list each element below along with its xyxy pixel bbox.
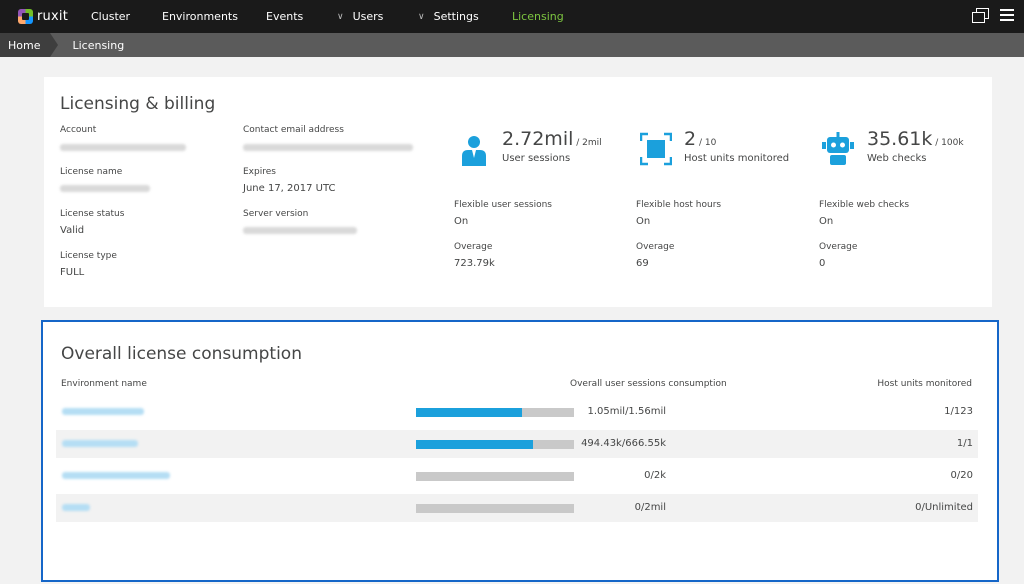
flexible-host-hours-value: On xyxy=(636,216,651,227)
sessions-consumption-value: 494.43k/666.55k xyxy=(581,438,666,449)
license-status-label: License status xyxy=(60,209,125,219)
sessions-consumption-value: 0/2k xyxy=(644,470,666,481)
web-checks-limit: / 100k xyxy=(932,138,964,148)
license-name-value-redacted xyxy=(60,185,150,192)
web-checks-value: 35.61k / 100k xyxy=(867,128,964,150)
window-switch-icon[interactable] xyxy=(972,8,989,23)
license-name-label: License name xyxy=(60,167,123,177)
sessions-progress-bar xyxy=(416,408,574,417)
chevron-down-icon: ∨ xyxy=(418,11,425,22)
breadcrumb-home[interactable]: Home xyxy=(0,33,60,57)
user-sessions-count: 2.72mil xyxy=(502,128,574,150)
web-checks-count: 35.61k xyxy=(867,128,933,150)
nav-item-label: Licensing xyxy=(512,10,564,23)
user-sessions-overage-value: 723.79k xyxy=(454,258,495,269)
host-units-caption: Host units monitored xyxy=(684,153,790,164)
page-title: Licensing & billing xyxy=(60,94,216,114)
server-version-value-redacted xyxy=(243,227,357,234)
flexible-user-sessions-value: On xyxy=(454,216,469,227)
web-checks-caption: Web checks xyxy=(867,153,927,164)
expires-label: Expires xyxy=(243,167,276,177)
host-units-icon xyxy=(640,132,672,166)
breadcrumb: Home Licensing xyxy=(0,33,1024,57)
top-right-icons xyxy=(972,8,1014,23)
host-units-value: 0/20 xyxy=(950,470,973,481)
expires-value: June 17, 2017 UTC xyxy=(243,183,336,194)
nav-item-users[interactable]: ∨ Users xyxy=(337,0,383,33)
ruxit-logo[interactable]: ruxit xyxy=(18,9,82,24)
account-value-redacted xyxy=(60,144,186,151)
environment-link-redacted[interactable] xyxy=(62,440,138,447)
sessions-consumption-value: 0/2mil xyxy=(634,502,666,513)
server-version-label: Server version xyxy=(243,209,309,219)
sessions-progress-fill xyxy=(416,408,522,417)
nav-item-events[interactable]: Events xyxy=(266,0,303,33)
account-label: Account xyxy=(60,125,97,135)
host-units-limit: / 10 xyxy=(696,138,717,148)
license-consumption-panel: Overall license consumption Environment … xyxy=(41,320,999,582)
nav-item-settings[interactable]: ∨ Settings xyxy=(418,0,479,33)
flexible-web-checks-label: Flexible web checks xyxy=(819,200,910,210)
user-sessions-icon xyxy=(462,136,486,166)
nav-item-cluster[interactable]: Cluster xyxy=(91,0,130,33)
contact-email-label: Contact email address xyxy=(243,125,344,135)
column-header-environment[interactable]: Environment name xyxy=(61,379,147,389)
logo-text: ruxit xyxy=(37,9,68,24)
column-header-sessions[interactable]: Overall user sessions consumption xyxy=(570,379,727,389)
column-header-hosts[interactable]: Host units monitored xyxy=(877,379,972,389)
user-sessions-limit: / 2mil xyxy=(573,138,602,148)
sessions-consumption-value: 1.05mil/1.56mil xyxy=(587,406,667,417)
user-sessions-caption: User sessions xyxy=(502,153,571,164)
host-hours-overage-value: 69 xyxy=(636,258,649,269)
table-row: 0/2k 0/20 xyxy=(56,462,978,490)
consumption-title: Overall license consumption xyxy=(61,344,302,364)
environment-link-redacted[interactable] xyxy=(62,472,170,479)
host-units-value: 2 / 10 xyxy=(684,128,716,150)
breadcrumb-current: Licensing xyxy=(72,38,125,52)
sessions-progress-bar xyxy=(416,472,574,481)
licensing-billing-panel: Licensing & billing Account License name… xyxy=(44,77,992,307)
top-navigation-bar: ruxit Cluster Environments Events ∨ User… xyxy=(0,0,1024,33)
nav-item-licensing[interactable]: Licensing xyxy=(512,0,564,33)
web-checks-overage-value: 0 xyxy=(819,258,826,269)
user-sessions-overage-label: Overage xyxy=(454,242,493,252)
chevron-down-icon: ∨ xyxy=(337,11,344,22)
table-row: 1.05mil/1.56mil 1/123 xyxy=(56,398,978,426)
breadcrumb-home-label: Home xyxy=(8,38,41,52)
flexible-user-sessions-label: Flexible user sessions xyxy=(454,200,552,210)
host-units-value: 0/Unlimited xyxy=(915,502,973,513)
nav-item-label: Users xyxy=(352,10,384,23)
host-units-count: 2 xyxy=(684,128,697,150)
table-row: 494.43k/666.55k 1/1 xyxy=(56,430,978,458)
license-type-value: FULL xyxy=(60,267,85,278)
nav-item-label: Settings xyxy=(433,10,479,23)
host-units-value: 1/1 xyxy=(956,438,973,449)
sessions-progress-bar xyxy=(416,504,574,513)
nav-item-label: Environments xyxy=(162,10,238,23)
host-units-value: 1/123 xyxy=(944,406,973,417)
environment-link-redacted[interactable] xyxy=(62,504,90,511)
web-checks-overage-label: Overage xyxy=(819,242,858,252)
flexible-host-hours-label: Flexible host hours xyxy=(636,200,722,210)
contact-email-value-redacted xyxy=(243,144,413,151)
user-sessions-value: 2.72mil / 2mil xyxy=(502,128,602,150)
hamburger-menu-icon[interactable] xyxy=(1000,9,1014,21)
ruxit-logo-icon xyxy=(18,9,33,24)
flexible-web-checks-value: On xyxy=(819,216,834,227)
license-status-value: Valid xyxy=(60,225,85,236)
nav-item-environments[interactable]: Environments xyxy=(162,0,238,33)
sessions-progress-fill xyxy=(416,440,533,449)
sessions-progress-bar xyxy=(416,440,574,449)
environment-link-redacted[interactable] xyxy=(62,408,144,415)
host-hours-overage-label: Overage xyxy=(636,242,675,252)
table-row: 0/2mil 0/Unlimited xyxy=(56,494,978,522)
nav-item-label: Events xyxy=(266,10,304,23)
license-type-label: License type xyxy=(60,251,117,261)
nav-item-label: Cluster xyxy=(91,10,131,23)
web-checks-robot-icon xyxy=(822,132,854,165)
